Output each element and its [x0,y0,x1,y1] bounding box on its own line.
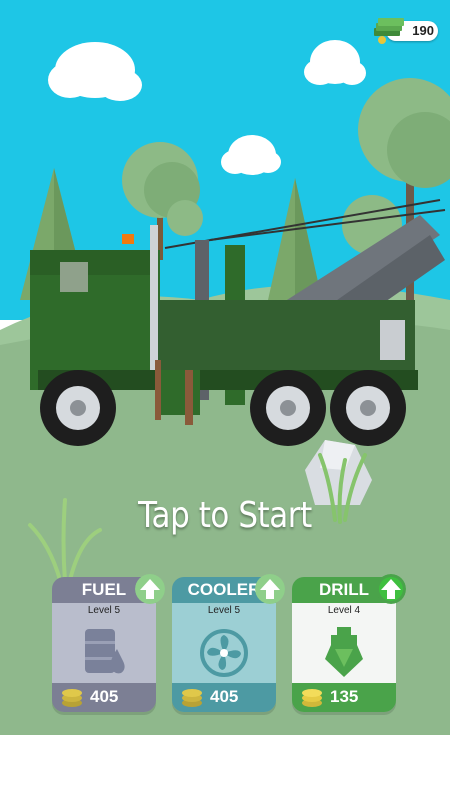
upgrade-body: Level 4 [292,603,396,683]
upgrade-footer: 135 [292,683,396,712]
upgrade-footer: 405 [172,683,276,712]
drill-head-icon [325,627,363,677]
upgrade-price: 135 [330,687,359,706]
upgrade-footer: 405 [52,683,156,712]
up-arrow-icon[interactable] [255,574,285,604]
upgrade-level: Level 4 [327,605,361,616]
fuel-barrel-icon [85,629,125,674]
coin-stack-icon [62,689,82,707]
upgrade-body: Level 5 [172,603,276,683]
cash-stack-icon [374,18,404,44]
upgrade-price: 405 [90,687,119,706]
up-arrow-icon[interactable] [376,574,406,604]
upgrade-price: 405 [210,687,239,706]
coin-stack-icon [182,689,202,707]
tap-to-start-prompt[interactable]: Tap to Start [32,495,419,536]
upgrade-body: Level 5 [52,603,156,683]
upgrade-level: Level 5 [87,605,121,616]
coin-stack-icon [302,689,322,707]
upgrade-level: Level 5 [207,605,241,616]
fan-icon [200,629,248,677]
money-counter: 190 [372,14,442,48]
up-arrow-icon[interactable] [135,574,165,604]
